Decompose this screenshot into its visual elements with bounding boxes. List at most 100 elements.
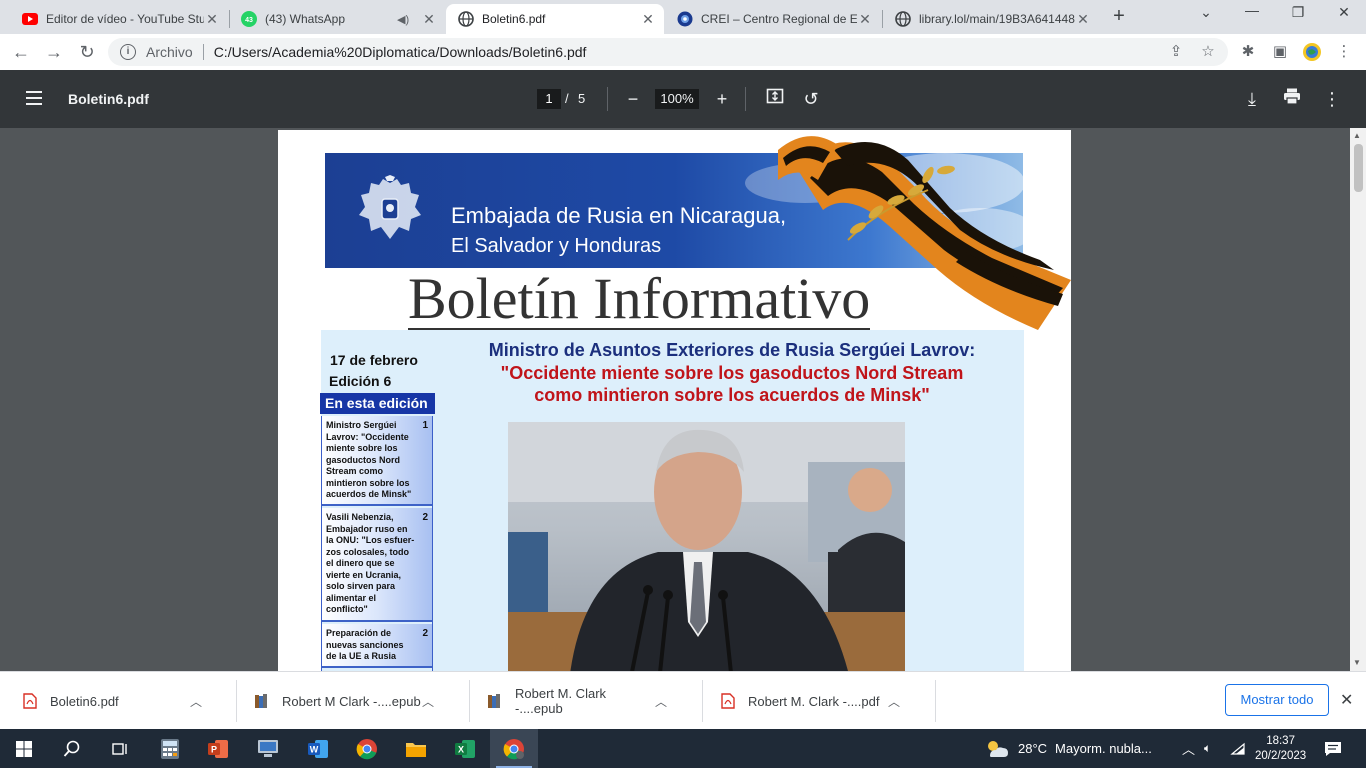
excel-icon[interactable]: X: [441, 729, 489, 768]
word-icon[interactable]: W: [294, 729, 342, 768]
page-total: 5: [578, 91, 586, 106]
close-window-icon[interactable]: ✕: [1334, 4, 1354, 21]
epub-file-icon: [254, 693, 270, 709]
address-bar[interactable]: i Archivo C:/Users/Academia%20Diplomatic…: [108, 38, 1228, 66]
url-text[interactable]: C:/Users/Academia%20Diplomatica/Download…: [214, 44, 587, 60]
tab-title: Boletin6.pdf: [482, 12, 546, 26]
download-icon[interactable]: ⤓: [1241, 87, 1263, 111]
svg-text:43: 43: [245, 17, 253, 24]
close-tab-icon[interactable]: ✕: [1075, 11, 1091, 28]
table-of-contents: Ministro Sergúei Lavrov: "Occidente mien…: [321, 416, 433, 671]
download-divider: [702, 680, 703, 722]
toc-item: Preparación de nuevas sanciones de la UE…: [322, 624, 432, 668]
task-view-icon[interactable]: [96, 729, 144, 768]
toc-item-text: Preparación de nuevas sanciones de la UE…: [326, 628, 404, 661]
back-icon[interactable]: ←: [10, 41, 32, 63]
close-download-bar-icon[interactable]: ✕: [1340, 690, 1353, 710]
weather-text: Mayorm. nubla...: [1055, 741, 1152, 756]
pdf-viewer[interactable]: Embajada de Rusia en Nicaragua, El Salva…: [0, 128, 1366, 671]
bookmark-star-icon[interactable]: ☆: [1199, 43, 1217, 61]
more-options-icon[interactable]: ⋮: [1321, 87, 1343, 111]
bulletin-title: Boletín Informativo: [408, 266, 871, 331]
svg-text:P: P: [211, 744, 217, 754]
profile-avatar-icon[interactable]: [1303, 43, 1321, 61]
download-name: Robert M. Clark -....pdf: [748, 693, 880, 709]
tab-boletin6[interactable]: Boletin6.pdf ✕: [446, 4, 664, 34]
svg-text:X: X: [458, 744, 464, 754]
restore-icon[interactable]: ❐: [1288, 4, 1308, 21]
weather-widget[interactable]: 28°C Mayorm. nubla...: [984, 729, 1152, 768]
info-icon[interactable]: i: [120, 44, 136, 60]
tab-crei[interactable]: CREI – Centro Regional de Estudios ✕: [665, 4, 881, 34]
tab-library[interactable]: library.lol/main/19B3A641448 ✕: [883, 4, 1099, 34]
close-tab-icon[interactable]: ✕: [640, 11, 656, 28]
youtube-icon: [22, 11, 38, 27]
page-number-input[interactable]: 1: [537, 89, 561, 109]
clock-date: 20/2/2023: [1255, 749, 1307, 762]
download-item[interactable]: Robert M Clark -....epub ︿: [254, 672, 434, 730]
omnibox-divider: [202, 44, 204, 60]
scroll-down-icon[interactable]: ▼: [1353, 658, 1361, 667]
search-icon[interactable]: [48, 729, 96, 768]
chrome-active-icon[interactable]: [490, 729, 538, 768]
headline-quote-line1: "Occidente miente sobre los gasoductos N…: [500, 363, 964, 383]
zoom-in-icon[interactable]: +: [711, 87, 733, 111]
minimize-icon[interactable]: —: [1242, 2, 1262, 18]
network-computer-icon[interactable]: [244, 729, 292, 768]
rotate-icon[interactable]: ↺: [800, 87, 822, 111]
chrome-menu-icon[interactable]: ⋮: [1335, 43, 1353, 61]
windows-taskbar: P W X 28°C Mayorm. nubla... ︿ 🔈︎ 18:37 2…: [0, 729, 1366, 768]
globe-icon: [895, 11, 911, 27]
reload-icon[interactable]: ↻: [76, 41, 98, 63]
lavrov-photo: [508, 422, 905, 671]
download-name: Robert M. Clark -....epub: [515, 686, 607, 716]
show-hidden-icons[interactable]: ︿: [1182, 729, 1195, 768]
clock[interactable]: 18:37 20/2/2023: [1255, 729, 1306, 768]
hamburger-menu-icon[interactable]: [26, 91, 42, 109]
tab-youtube-studio[interactable]: Editor de vídeo - YouTube Studio ✕: [10, 4, 228, 34]
browser-toolbar: ← → ↻ i Archivo C:/Users/Academia%20Dipl…: [0, 34, 1366, 70]
download-bar: Boletin6.pdf ︿ Robert M Clark -....epub …: [0, 671, 1366, 729]
close-tab-icon[interactable]: ✕: [204, 11, 220, 28]
download-item[interactable]: Robert M. Clark -....pdf ︿: [720, 672, 900, 730]
speaker-icon[interactable]: ◀): [397, 13, 413, 26]
download-item[interactable]: Boletin6.pdf ︿: [22, 672, 202, 730]
pdf-file-icon: [720, 693, 736, 709]
chevron-up-icon[interactable]: ︿: [190, 693, 202, 710]
close-tab-icon[interactable]: ✕: [857, 11, 873, 28]
headline-title: Ministro de Asuntos Exteriores de Rusia …: [488, 340, 976, 360]
wifi-icon[interactable]: [1230, 729, 1246, 768]
share-icon[interactable]: ⇪: [1167, 43, 1185, 61]
scheme-label: Archivo: [146, 44, 193, 60]
zoom-input[interactable]: 100%: [655, 89, 699, 109]
tab-whatsapp[interactable]: 43 (43) WhatsApp ◀) ✕: [229, 4, 445, 34]
new-tab-icon[interactable]: +: [1110, 6, 1128, 26]
forward-icon[interactable]: →: [43, 41, 65, 63]
chrome-icon[interactable]: [343, 729, 391, 768]
tab-title: CREI – Centro Regional de Estudios: [701, 12, 857, 26]
russian-coat-of-arms-icon: [359, 175, 421, 239]
download-divider: [236, 680, 237, 722]
file-explorer-icon[interactable]: [392, 729, 440, 768]
zoom-out-icon[interactable]: −: [622, 87, 644, 111]
chevron-up-icon[interactable]: ︿: [888, 693, 900, 710]
chevron-up-icon[interactable]: ︿: [422, 693, 434, 710]
side-panel-icon[interactable]: ▣: [1271, 43, 1289, 61]
tab-search-icon[interactable]: ⌄: [1196, 4, 1216, 21]
vertical-scrollbar[interactable]: ▲ ▼: [1350, 128, 1366, 671]
extensions-icon[interactable]: ✱: [1239, 43, 1257, 61]
powerpoint-icon[interactable]: P: [194, 729, 242, 768]
show-all-button[interactable]: Mostrar todo: [1225, 684, 1329, 716]
calculator-icon[interactable]: [146, 729, 194, 768]
volume-icon[interactable]: 🔈︎: [1204, 729, 1211, 768]
download-item[interactable]: Robert M. Clark -....epub ︿: [487, 672, 667, 730]
download-name: Boletin6.pdf: [50, 693, 119, 709]
fit-page-icon[interactable]: [764, 87, 786, 111]
chevron-up-icon[interactable]: ︿: [655, 693, 667, 710]
close-tab-icon[interactable]: ✕: [421, 11, 437, 28]
scroll-up-icon[interactable]: ▲: [1353, 131, 1361, 140]
scrollbar-thumb[interactable]: [1354, 144, 1363, 192]
notifications-icon[interactable]: [1324, 729, 1342, 768]
windows-start-icon[interactable]: [0, 729, 48, 768]
print-icon[interactable]: [1281, 87, 1303, 111]
